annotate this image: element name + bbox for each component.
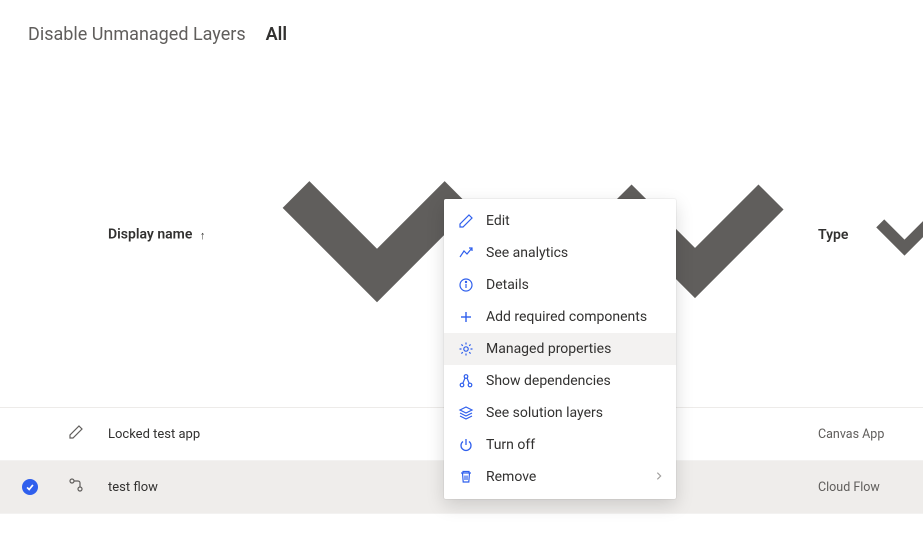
breadcrumb: Disable Unmanaged Layers All [0, 0, 923, 63]
flow-icon [68, 477, 84, 493]
cell-type: Canvas App [810, 408, 923, 461]
menu-label: Show dependencies [486, 373, 611, 389]
menu-turn-off[interactable]: Turn off [444, 429, 676, 461]
menu-label: Edit [486, 213, 510, 229]
checkmark-icon [22, 479, 38, 495]
menu-add-required-components[interactable]: Add required components [444, 301, 676, 333]
column-select[interactable] [0, 63, 60, 408]
breadcrumb-current: All [266, 24, 287, 45]
menu-see-solution-layers[interactable]: See solution layers [444, 397, 676, 429]
trash-icon [458, 469, 474, 485]
chevron-down-icon [856, 227, 923, 243]
edit-icon [458, 213, 474, 229]
sort-asc-icon: ↑ [200, 229, 206, 242]
menu-label: Add required components [486, 309, 647, 325]
analytics-icon [458, 245, 474, 261]
info-icon [458, 277, 474, 293]
menu-remove[interactable]: Remove [444, 461, 676, 493]
layers-icon [458, 405, 474, 421]
cell-type: Cloud Flow [810, 461, 923, 514]
menu-label: Turn off [486, 437, 535, 453]
edit-icon [68, 424, 84, 440]
plus-icon [458, 309, 474, 325]
gear-icon [458, 341, 474, 357]
dependencies-icon [458, 373, 474, 389]
cell-display-name: Locked test app [100, 408, 440, 461]
menu-label: See solution layers [486, 405, 603, 421]
column-display-name-label: Display name [108, 227, 192, 243]
menu-see-analytics[interactable]: See analytics [444, 237, 676, 269]
menu-details[interactable]: Details [444, 269, 676, 301]
menu-label: Managed properties [486, 341, 611, 357]
menu-label: See analytics [486, 245, 568, 261]
row-context-menu: Edit See analytics Details Add required … [444, 199, 676, 499]
menu-label: Remove [486, 469, 536, 485]
menu-edit[interactable]: Edit [444, 205, 676, 237]
column-type-label: Type [818, 227, 848, 243]
menu-label: Details [486, 277, 529, 293]
row-select[interactable] [0, 461, 60, 514]
row-select[interactable] [0, 408, 60, 461]
chevron-right-icon [654, 469, 664, 485]
column-display-name[interactable]: Display name ↑ [100, 63, 440, 408]
breadcrumb-prev[interactable]: Disable Unmanaged Layers [28, 24, 246, 45]
menu-managed-properties[interactable]: Managed properties [444, 333, 676, 365]
power-icon [458, 437, 474, 453]
menu-show-dependencies[interactable]: Show dependencies [444, 365, 676, 397]
cell-display-name: test flow [100, 461, 440, 514]
